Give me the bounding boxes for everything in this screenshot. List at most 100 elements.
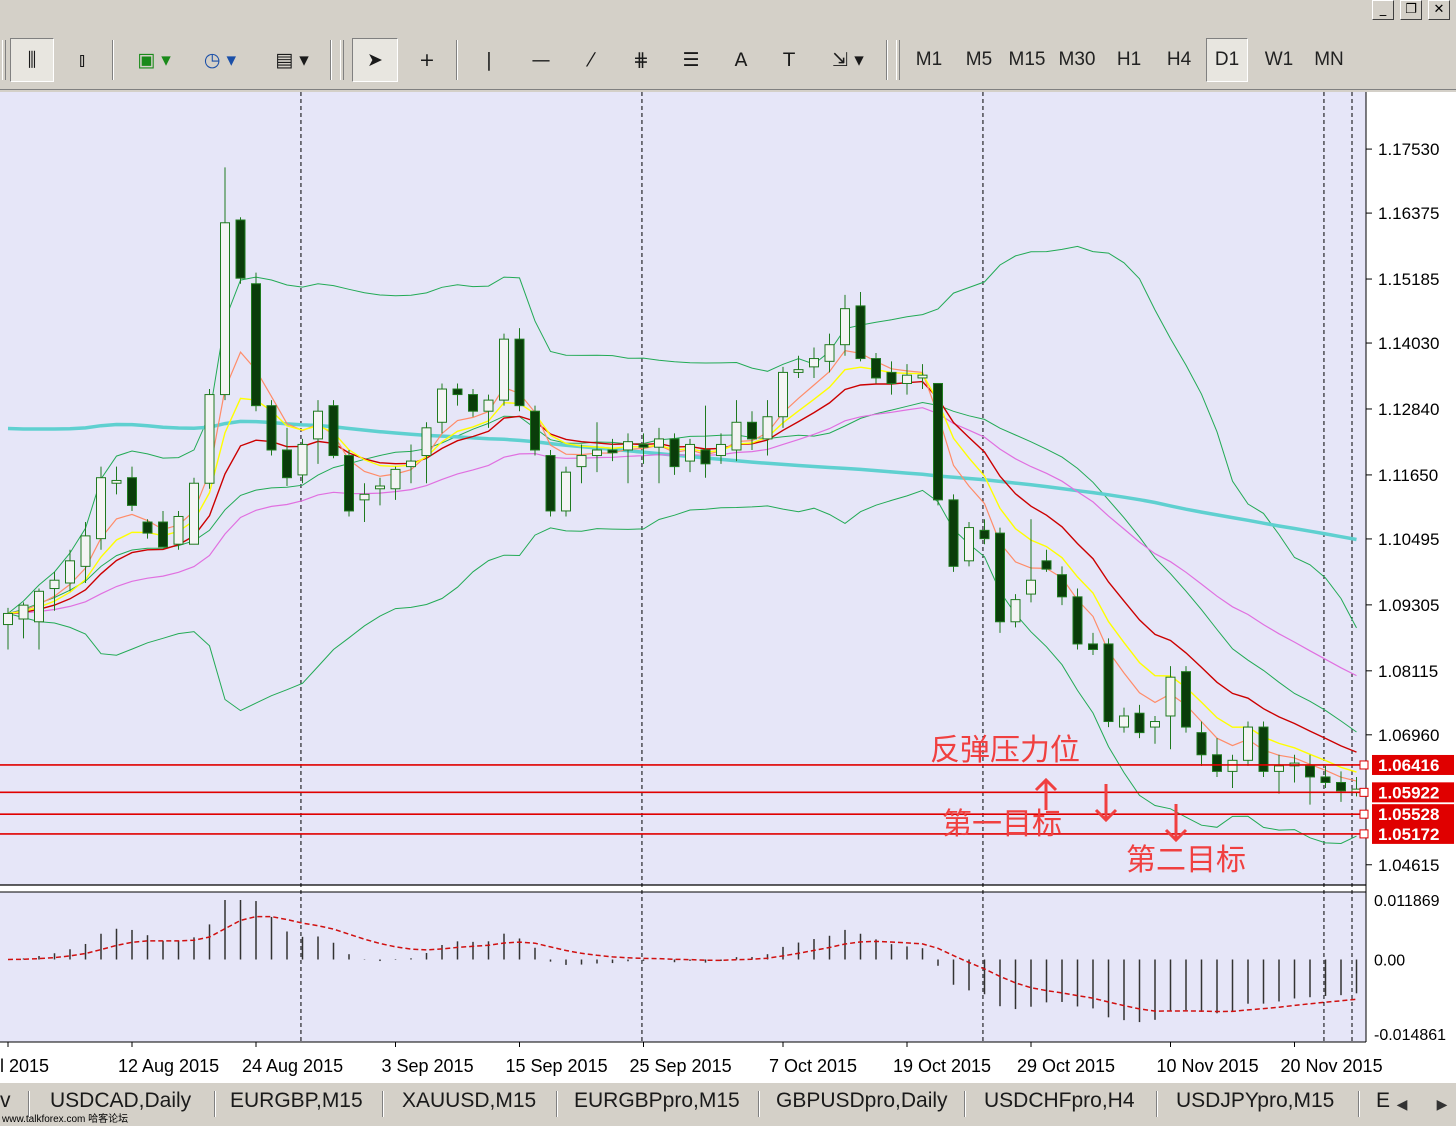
candle-bull (1227, 759, 1238, 772)
tab-scroll-left-icon[interactable]: ◀ (1392, 1093, 1412, 1117)
timeframe-label: H1 (1116, 49, 1142, 70)
candle-bull (34, 590, 44, 623)
candle-bear (251, 283, 261, 407)
vertical-line-icon[interactable]: | (466, 38, 512, 82)
cursor-icon[interactable]: ➤ (352, 38, 398, 82)
candle-bull (313, 410, 323, 440)
candles-icon[interactable]: ⫾ (60, 38, 104, 82)
x-tick-label: 7 Oct 2015 (769, 1056, 857, 1076)
candle-bull (654, 438, 664, 448)
y-tick-label: 1.06960 (1378, 726, 1439, 745)
timeframe-m15-button[interactable]: M15 (1006, 38, 1048, 82)
candle-bear (158, 521, 168, 548)
chart-tab[interactable]: USDCHFpro,H4 (984, 1089, 1135, 1119)
candle-bull (65, 560, 75, 584)
toolbar-grip[interactable] (896, 40, 900, 80)
watermark: www.talkforex.com 哈客论坛 (2, 1114, 129, 1125)
x-tick-label: 3 Sep 2015 (382, 1056, 474, 1076)
toolbar-separator (112, 40, 114, 80)
price-tag-label: 1.05528 (1378, 805, 1439, 824)
candle-bear (700, 449, 711, 465)
candle-bull (375, 485, 385, 490)
candle-bear (1212, 754, 1222, 772)
tab-scroll-right-icon[interactable]: ▶ (1432, 1093, 1452, 1117)
toolbar-grip[interactable] (2, 40, 6, 80)
candle-bull (1150, 721, 1160, 728)
candle-bear (607, 449, 618, 454)
candle-bear (995, 532, 1005, 623)
candle-bull (623, 441, 633, 451)
candle-bear (1041, 560, 1052, 570)
candle-bear (1134, 712, 1145, 734)
restore-icon[interactable]: ❐ (1400, 0, 1422, 20)
chart-tab[interactable]: XAUUSD,M15 (402, 1089, 536, 1119)
candle-bull (3, 612, 13, 626)
chart-tab[interactable]: E (1376, 1089, 1390, 1119)
candle-bear (638, 443, 649, 448)
y-tick-label: 1.12840 (1378, 400, 1439, 419)
timeframe-label: W1 (1264, 49, 1294, 70)
trendline-icon[interactable]: ⁄ (568, 38, 614, 82)
fibo-channel-icon[interactable]: ⋕ (618, 38, 664, 82)
timeframe-h1-button[interactable]: H1 (1108, 38, 1150, 82)
candle-bear (344, 455, 354, 512)
candle-bear (282, 449, 292, 479)
window-title-strip: _ ❐ ✕ (0, 0, 1456, 30)
candle-bull (1026, 579, 1036, 595)
tab-separator (382, 1091, 384, 1117)
chart-tab[interactable]: EURGBPpro,M15 (574, 1089, 740, 1119)
arrows-icon[interactable]: ⇲ ▾ (818, 38, 878, 82)
y-tick-label: 1.09305 (1378, 596, 1439, 615)
candle-bull (685, 443, 695, 462)
candle-bull (731, 421, 742, 451)
close-icon[interactable]: ✕ (1428, 0, 1450, 20)
toolbar-separator (330, 40, 332, 80)
new-chart-icon[interactable]: ▣ ▾ (124, 38, 184, 82)
candle-bull (204, 394, 215, 484)
candle-bull (421, 427, 432, 457)
timeframe-label: M1 (915, 49, 943, 70)
timeframe-d1-button[interactable]: D1 (1206, 38, 1248, 82)
candle-bull (778, 371, 788, 418)
timeframe-label: M5 (965, 49, 993, 70)
timeframe-w1-button[interactable]: W1 (1258, 38, 1300, 82)
chart-tab[interactable]: EURGBP,M15 (230, 1089, 363, 1119)
candle-bear (1088, 643, 1098, 650)
timeframe-m5-button[interactable]: M5 (958, 38, 1000, 82)
candle-bear (1103, 643, 1114, 723)
timeframe-label: M30 (1058, 49, 1096, 70)
timeframe-mn-button[interactable]: MN (1308, 38, 1350, 82)
chart-tab[interactable]: GBPUSDpro,Daily (776, 1089, 948, 1119)
price-chart[interactable]: 1.06416 1.05922 1.055281.05172 1.17530 1.163… (0, 92, 1456, 1082)
candle-bull (561, 471, 571, 512)
timeframe-m1-button[interactable]: M1 (908, 38, 950, 82)
text-label-icon[interactable]: T (766, 38, 812, 82)
horizontal-line-icon[interactable]: — (518, 38, 564, 82)
candle-bull (576, 455, 587, 468)
candle-bear (1305, 765, 1315, 778)
level-anchor (1359, 809, 1369, 819)
candle-bull (716, 443, 726, 457)
candle-bull (18, 604, 29, 620)
clock-icon[interactable]: ◷ ▾ (190, 38, 250, 82)
candle-bull (840, 308, 850, 346)
bar-chart-icon[interactable]: ⫼ (10, 38, 54, 82)
toolbar-grip[interactable] (340, 40, 344, 80)
candle-bull (762, 416, 773, 440)
text-icon[interactable]: A (718, 38, 764, 82)
candle-bull (359, 493, 370, 501)
x-tick-label: 15 Sep 2015 (506, 1056, 608, 1076)
candle-bear (871, 358, 881, 379)
price-tag-label: 1.05172 (1378, 825, 1439, 844)
tab-separator (1358, 1091, 1360, 1117)
candle-bull (483, 399, 494, 412)
minimize-icon[interactable]: _ (1372, 0, 1394, 20)
fibo-retracement-icon[interactable]: ☰ (668, 38, 714, 82)
candle-bear (545, 455, 556, 512)
timeframe-h4-button[interactable]: H4 (1158, 38, 1200, 82)
chart-area[interactable]: 1.06416 1.05922 1.05528 1.05172 1.17530 1.163… (0, 92, 1456, 1082)
crosshair-icon[interactable]: + (404, 38, 450, 82)
template-icon[interactable]: ▤ ▾ (262, 38, 322, 82)
chart-tab[interactable]: USDJPYpro,M15 (1176, 1089, 1334, 1119)
timeframe-m30-button[interactable]: M30 (1056, 38, 1098, 82)
